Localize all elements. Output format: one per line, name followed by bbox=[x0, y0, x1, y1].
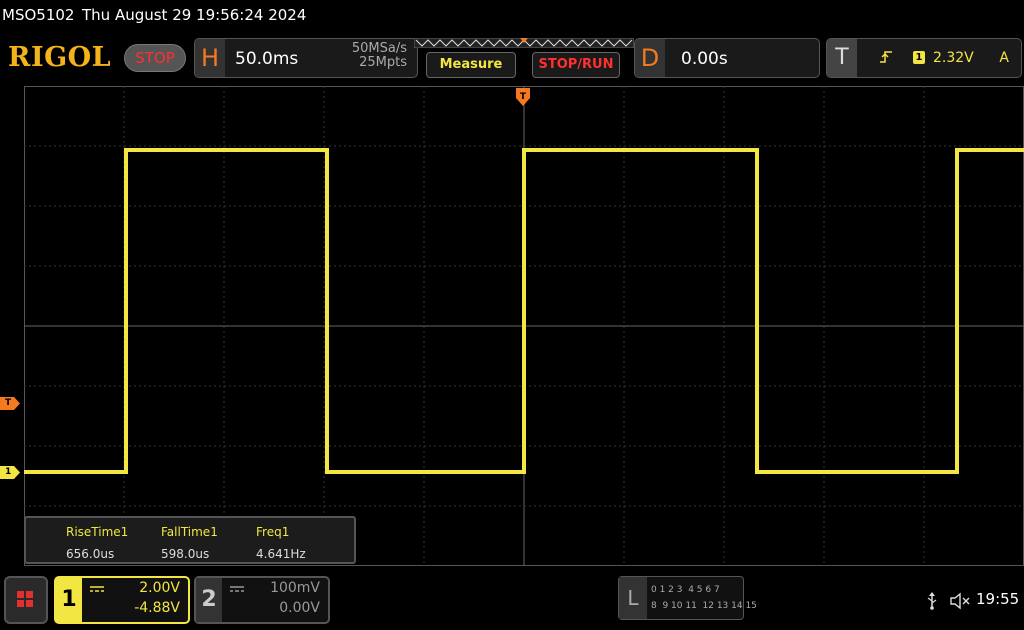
bottom-bar: 1 2.00V -4.88V 2 100mV 0.00V L 0 1 2 3 4… bbox=[0, 570, 1024, 630]
svg-text:T: T bbox=[520, 92, 527, 102]
measure-frequency: Freq1 4.641Hz bbox=[256, 523, 306, 563]
sample-info: 50MSa/s 25Mpts bbox=[352, 42, 407, 70]
rising-edge-icon bbox=[880, 51, 892, 63]
channel1-scale: 2.00V bbox=[139, 580, 180, 596]
title-bar: MSO5102 Thu August 29 19:56:24 2024 bbox=[0, 0, 1024, 34]
measurement-panel[interactable]: RiseTime1 656.0us FallTime1 598.0us Freq… bbox=[24, 516, 356, 564]
trigger-mode: A bbox=[999, 50, 1009, 66]
channel2-scale: 100mV bbox=[270, 580, 320, 596]
home-grid-icon bbox=[17, 591, 24, 598]
datetime-label: Thu August 29 19:56:24 2024 bbox=[82, 6, 307, 24]
home-grid-cell bbox=[26, 591, 33, 598]
delay-badge: D bbox=[635, 39, 665, 77]
delay-value: 0.00s bbox=[681, 49, 728, 69]
run-state-indicator[interactable]: STOP bbox=[124, 44, 186, 72]
stop-run-button[interactable]: STOP/RUN bbox=[532, 52, 620, 78]
waveform-display[interactable] bbox=[24, 86, 1024, 566]
dc-coupling-icon bbox=[230, 586, 244, 592]
memory-depth: 25Mpts bbox=[359, 55, 407, 70]
measure-label: Freq1 bbox=[256, 525, 290, 539]
measure-label: FallTime1 bbox=[161, 525, 218, 539]
sample-rate: 50MSa/s bbox=[351, 41, 407, 56]
dc-coupling-icon bbox=[90, 586, 104, 592]
horizontal-badge: H bbox=[195, 39, 225, 77]
measure-value: 598.0us bbox=[161, 547, 210, 561]
logic-channels-row2: 8 9 10 11 12 13 14 15 bbox=[651, 601, 757, 611]
channel2-number: 2 bbox=[196, 578, 222, 622]
waveform-grid bbox=[24, 86, 1024, 566]
measure-button[interactable]: Measure bbox=[426, 52, 516, 78]
home-grid-cell bbox=[17, 600, 24, 607]
trigger-badge: T bbox=[827, 39, 857, 77]
channel1-offset: -4.88V bbox=[134, 600, 180, 616]
channel2-panel[interactable]: 2 100mV 0.00V bbox=[194, 576, 330, 624]
trigger-panel[interactable]: T 1 2.32V A bbox=[826, 38, 1022, 78]
trigger-source-badge: 1 bbox=[913, 51, 925, 64]
channel1-waveform bbox=[24, 148, 1024, 474]
logic-analyzer-badge: L bbox=[619, 577, 647, 619]
trigger-position-bar bbox=[414, 38, 634, 48]
channel1-number: 1 bbox=[56, 578, 82, 622]
trigger-level-marker[interactable]: T bbox=[0, 397, 20, 410]
logic-channels-row1: 0 1 2 3 4 5 6 7 bbox=[651, 585, 720, 595]
delay-panel[interactable]: D 0.00s bbox=[634, 38, 820, 78]
channel2-offset: 0.00V bbox=[279, 600, 320, 616]
model-label: MSO5102 bbox=[2, 6, 75, 24]
measure-rise-time: RiseTime1 656.0us bbox=[66, 523, 128, 563]
rigol-logo: RIGOL bbox=[8, 42, 112, 73]
trigger-position-marker-icon[interactable]: T bbox=[515, 88, 531, 108]
home-grid-cell bbox=[26, 600, 33, 607]
horizontal-panel[interactable]: H 50.0ms 50MSa/s 25Mpts bbox=[194, 38, 418, 78]
channel1-panel[interactable]: 1 2.00V -4.88V bbox=[54, 576, 190, 624]
measure-value: 656.0us bbox=[66, 547, 115, 561]
measure-value: 4.641Hz bbox=[256, 547, 306, 561]
trigger-position-bar-icon bbox=[414, 38, 634, 48]
usb-icon bbox=[927, 592, 937, 610]
system-clock: 19:55 bbox=[976, 590, 1020, 608]
top-toolbar: RIGOL STOP H 50.0ms 50MSa/s 25Mpts Measu… bbox=[0, 34, 1024, 82]
speaker-muted-icon[interactable] bbox=[950, 592, 972, 610]
timebase-value: 50.0ms bbox=[235, 49, 299, 69]
trigger-level-value: 2.32V bbox=[933, 50, 974, 66]
logic-analyzer-panel[interactable]: L 0 1 2 3 4 5 6 7 8 9 10 11 12 13 14 15 bbox=[618, 576, 757, 620]
measure-label: RiseTime1 bbox=[66, 525, 129, 539]
measure-fall-time: FallTime1 598.0us bbox=[161, 523, 218, 563]
channel1-ground-marker[interactable]: 1 bbox=[0, 466, 20, 479]
home-menu-button[interactable] bbox=[4, 576, 48, 624]
